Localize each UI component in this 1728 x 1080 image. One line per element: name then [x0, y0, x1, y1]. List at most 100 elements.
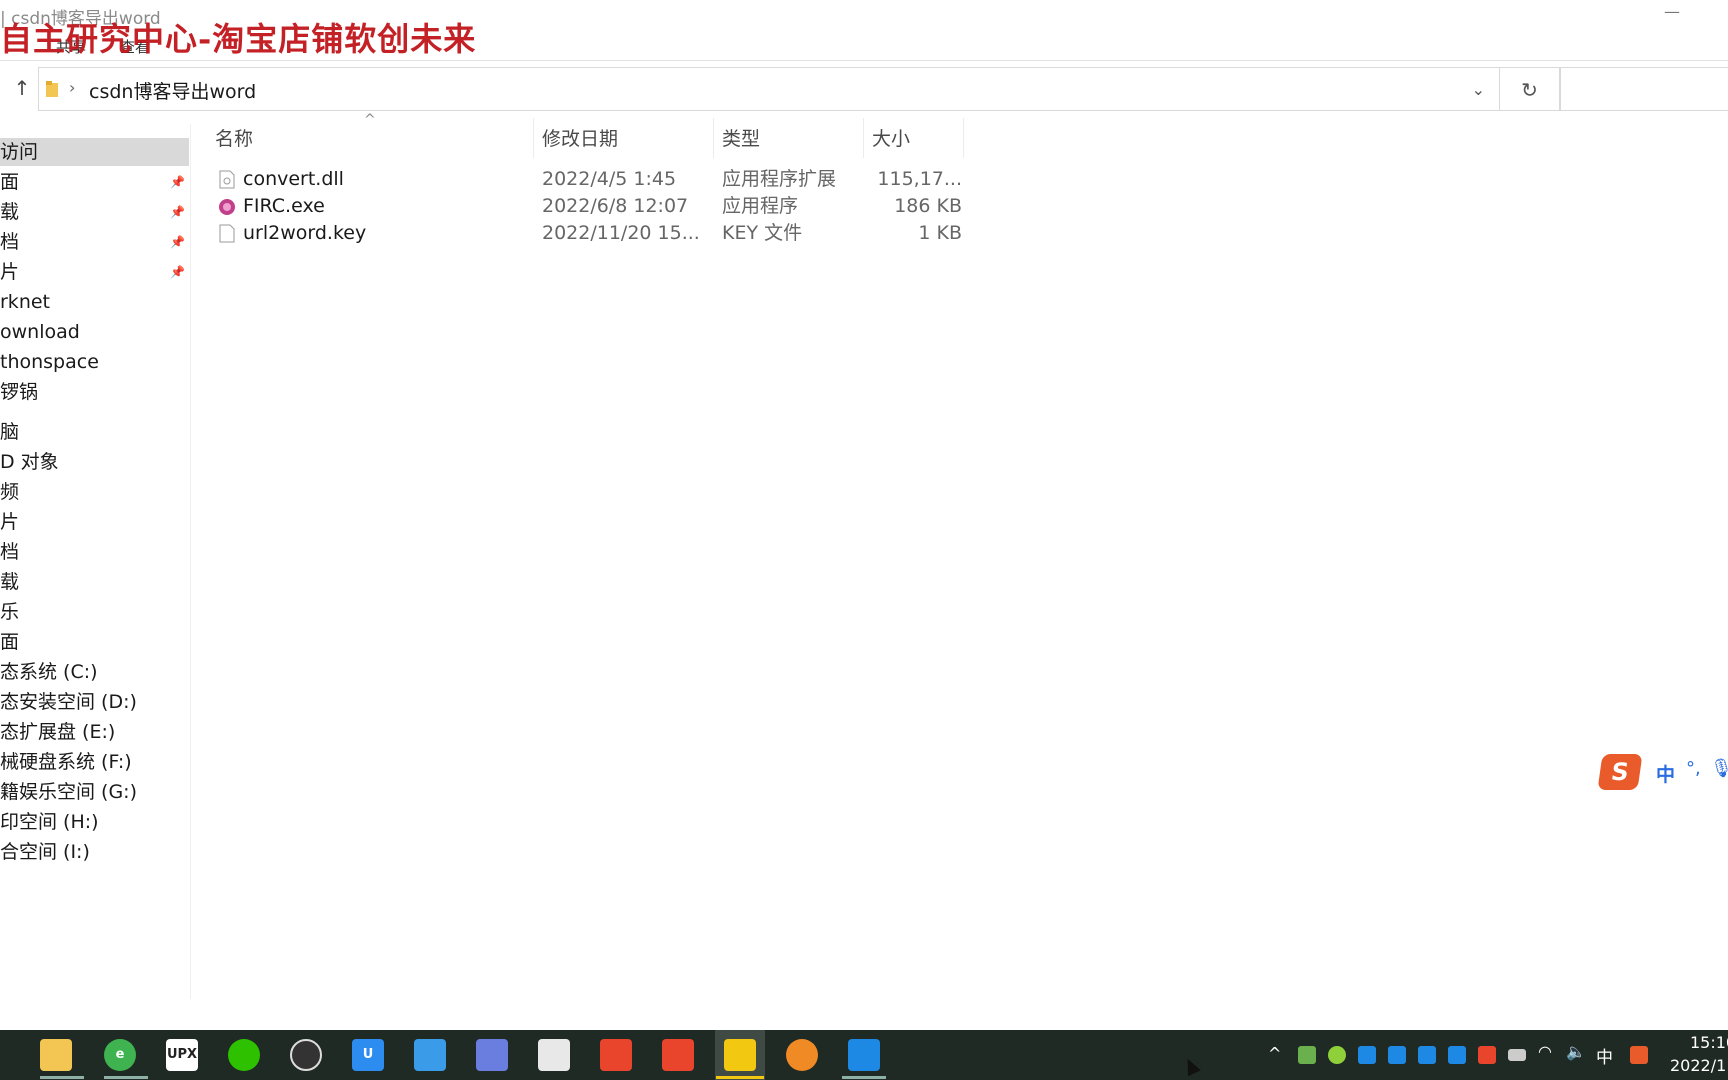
sidebar-item-label: 档 — [0, 541, 20, 563]
sidebar-item-label: 态系统 (C:) — [0, 661, 98, 683]
sidebar-item-downloads[interactable]: 载 📌 — [0, 198, 189, 226]
refresh-button[interactable]: ↻ — [1500, 67, 1560, 111]
taskbar: e UPX U ^ ◠ 🔈 中 15:10 2022/11 — [0, 1030, 1728, 1080]
ime-mode-toggle[interactable]: 中 — [1656, 760, 1675, 787]
tray-app-icon[interactable] — [1358, 1046, 1376, 1064]
file-date: 2022/4/5 1:45 — [542, 168, 677, 190]
column-header-name[interactable]: 名称 — [215, 124, 253, 154]
sidebar-item-darknet[interactable]: rknet — [0, 288, 189, 316]
minimize-button[interactable]: — — [1664, 2, 1688, 22]
wps-icon[interactable] — [662, 1039, 694, 1071]
tencent-meeting-icon[interactable] — [848, 1039, 880, 1071]
sidebar-item-label: ownload — [0, 321, 80, 343]
sidebar-item-desktop-pc[interactable]: 面 — [0, 628, 189, 656]
sidebar-item-documents-pc[interactable]: 档 — [0, 538, 189, 566]
battery-icon[interactable] — [1508, 1049, 1526, 1061]
pin-icon: 📌 — [170, 235, 185, 249]
app-u-icon[interactable]: U — [352, 1039, 384, 1071]
running-indicator — [716, 1076, 764, 1079]
sidebar-item-documents[interactable]: 档 📌 — [0, 228, 189, 256]
wifi-icon[interactable]: ◠ — [1538, 1042, 1552, 1061]
running-indicator — [104, 1076, 148, 1079]
blank-file-icon — [219, 224, 235, 243]
file-type: 应用程序 — [722, 195, 799, 217]
sidebar-item-music[interactable]: 乐 — [0, 598, 189, 626]
tray-chevron-up-icon[interactable]: ^ — [1268, 1044, 1281, 1063]
sidebar-item-label: 面 — [0, 171, 20, 193]
search-input[interactable] — [1560, 67, 1728, 111]
file-row[interactable]: url2word.key 2022/11/20 15... KEY 文件 1 K… — [210, 220, 965, 247]
sidebar-item-pictures-pc[interactable]: 片 — [0, 508, 189, 536]
documents-icon[interactable] — [538, 1039, 570, 1071]
column-divider[interactable] — [533, 118, 534, 158]
up-arrow-icon[interactable]: ↑ — [10, 76, 34, 100]
tray-app-icon[interactable] — [1328, 1046, 1346, 1064]
volume-icon[interactable]: 🔈 — [1566, 1042, 1586, 1061]
obs-icon[interactable] — [290, 1039, 322, 1071]
media-player-icon[interactable] — [786, 1039, 818, 1071]
tray-app-icon[interactable] — [1448, 1046, 1466, 1064]
file-date: 2022/11/20 15... — [542, 222, 700, 244]
file-explorer-icon[interactable] — [40, 1039, 72, 1071]
column-header-size[interactable]: 大小 — [872, 124, 910, 154]
file-row[interactable]: convert.dll 2022/4/5 1:45 应用程序扩展 115,17.… — [210, 166, 965, 193]
sidebar-item-pictures[interactable]: 片 📌 — [0, 258, 189, 286]
column-header-date[interactable]: 修改日期 — [542, 124, 618, 154]
tray-app-icon[interactable] — [1418, 1046, 1436, 1064]
browser-icon[interactable]: e — [104, 1039, 136, 1071]
sidebar-item-drive-f[interactable]: 械硬盘系统 (F:) — [0, 748, 189, 776]
chevron-down-icon[interactable]: ⌄ — [1472, 80, 1485, 99]
sidebar-item-download[interactable]: ownload — [0, 318, 189, 346]
sidebar-item-quick-access[interactable]: 访问 — [0, 138, 189, 166]
sidebar-item-label: 脑 — [0, 421, 20, 443]
sidebar-item-drive-e[interactable]: 态扩展盘 (E:) — [0, 718, 189, 746]
feishu-icon[interactable] — [476, 1039, 508, 1071]
sidebar-item-desktop[interactable]: 面 📌 — [0, 168, 189, 196]
file-size: 115,17... — [877, 168, 962, 190]
sidebar-item-label: 态安装空间 (D:) — [0, 691, 137, 713]
column-divider[interactable] — [963, 118, 964, 158]
wechat-icon[interactable] — [228, 1039, 260, 1071]
sidebar-item-folder[interactable]: 锣锅 — [0, 378, 189, 406]
breadcrumb-chevron-icon[interactable]: › — [69, 78, 75, 97]
sidebar-item-this-pc[interactable]: 脑 — [0, 418, 189, 446]
breadcrumb-path[interactable]: csdn博客导出word — [89, 77, 256, 104]
tray-app-icon[interactable] — [1388, 1046, 1406, 1064]
ime-toolbar[interactable]: S 中 °, 🎙 — [1597, 754, 1728, 794]
tray-app-icon[interactable] — [1478, 1046, 1496, 1064]
clock-date[interactable]: 2022/11 — [1670, 1056, 1728, 1075]
file-type: KEY 文件 — [722, 222, 803, 244]
column-header-type[interactable]: 类型 — [722, 124, 760, 154]
sidebar-item-label: 乐 — [0, 601, 20, 623]
microphone-icon[interactable]: 🎙 — [1710, 758, 1728, 779]
sidebar-item-drive-c[interactable]: 态系统 (C:) — [0, 658, 189, 686]
pen-tool-icon[interactable] — [600, 1039, 632, 1071]
sidebar-item-drive-g[interactable]: 籍娱乐空间 (G:) — [0, 778, 189, 806]
file-row[interactable]: FIRC.exe 2022/6/8 12:07 应用程序 186 KB — [210, 193, 965, 220]
tray-app-icon[interactable] — [1298, 1046, 1316, 1064]
sidebar-item-3d-objects[interactable]: D 对象 — [0, 448, 189, 476]
address-bar[interactable]: › csdn博客导出word ⌄ — [38, 67, 1500, 111]
running-indicator — [842, 1076, 886, 1079]
sidebar-item-downloads-pc[interactable]: 载 — [0, 568, 189, 596]
column-divider[interactable] — [863, 118, 864, 158]
sidebar-item-drive-h[interactable]: 印空间 (H:) — [0, 808, 189, 836]
sidebar-item-label: 印空间 (H:) — [0, 811, 99, 833]
column-divider[interactable] — [713, 118, 714, 158]
file-name: convert.dll — [243, 168, 344, 190]
sidebar-item-drive-d[interactable]: 态安装空间 (D:) — [0, 688, 189, 716]
file-size: 186 KB — [894, 195, 962, 217]
power-bi-icon[interactable] — [724, 1039, 756, 1071]
clock-time[interactable]: 15:10 — [1690, 1033, 1728, 1052]
sidebar-item-pythonspace[interactable]: thonspace — [0, 348, 189, 376]
notebook-icon[interactable] — [414, 1039, 446, 1071]
sidebar-item-label: 频 — [0, 481, 20, 503]
sidebar-item-drive-i[interactable]: 合空间 (I:) — [0, 838, 189, 866]
file-type: 应用程序扩展 — [722, 168, 837, 190]
sogou-tray-icon[interactable] — [1630, 1046, 1648, 1064]
sogou-logo-icon[interactable]: S — [1597, 754, 1643, 790]
input-language-indicator[interactable]: 中 — [1596, 1043, 1613, 1068]
ime-punctuation-toggle[interactable]: °, — [1686, 758, 1701, 779]
sidebar-item-videos[interactable]: 频 — [0, 478, 189, 506]
upx-icon[interactable]: UPX — [166, 1039, 198, 1071]
